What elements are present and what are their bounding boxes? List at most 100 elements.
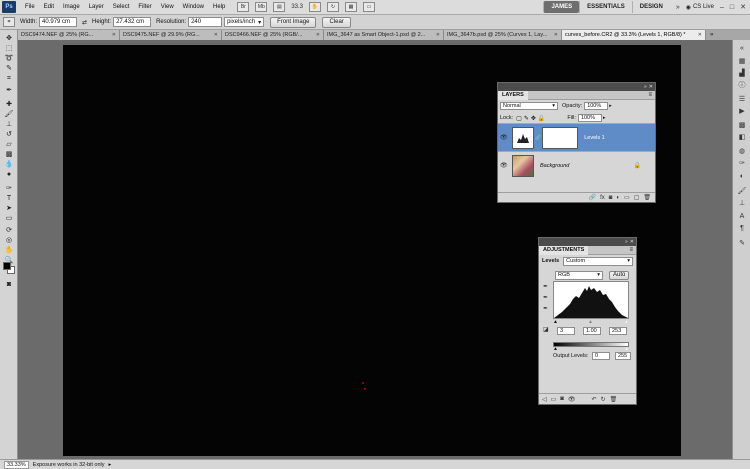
menu-edit[interactable]: Edit	[44, 4, 54, 10]
eyedropper-icon[interactable]: ✒	[3, 86, 15, 94]
close-icon[interactable]: ✕	[649, 84, 653, 90]
lock-position-icon[interactable]: ✥	[531, 115, 536, 122]
layer-mask-thumbnail[interactable]	[542, 126, 579, 149]
paragraph-icon[interactable]: ¶	[736, 224, 748, 233]
new-layer-icon[interactable]: ▢	[634, 194, 640, 201]
eraser-icon[interactable]: ▱	[3, 140, 15, 148]
crop-tool-icon[interactable]: ⌗	[3, 75, 15, 83]
lock-all-icon[interactable]: 🔒	[538, 115, 545, 122]
paths-icon[interactable]: ✑	[736, 158, 748, 167]
white-slider-handle[interactable]: ▲	[624, 319, 629, 325]
swatches-icon[interactable]: ▩	[736, 120, 748, 129]
history-brush-icon[interactable]: ↺	[3, 130, 15, 138]
resolution-field[interactable]: 240	[188, 17, 223, 27]
collapse-icon[interactable]: »	[644, 84, 647, 90]
histogram-icon[interactable]: ▟	[736, 68, 748, 77]
chevron-right-icon[interactable]: ▸	[609, 103, 612, 109]
resolution-unit-select[interactable]: pixels/inch ▾	[224, 17, 265, 27]
move-tool-icon[interactable]: ✥	[3, 34, 15, 42]
swap-icon[interactable]: ⇄	[82, 19, 87, 26]
blur-tool-icon[interactable]: 💧	[3, 160, 15, 168]
document-tab-active[interactable]: curves_before.CR2 @ 33.3% (Levels 1, RGB…	[562, 30, 706, 40]
brush-tool-icon[interactable]: 🖌	[3, 110, 15, 118]
adjustments-tab[interactable]: ADJUSTMENTS	[539, 245, 589, 255]
reset-icon[interactable]: ↻	[601, 396, 606, 403]
height-field[interactable]: 27.432 cm	[113, 17, 152, 27]
panel-menu-icon[interactable]: ≡	[629, 247, 633, 253]
gray-slider-handle[interactable]: ▲	[588, 319, 593, 325]
rotate-view-icon[interactable]: ↻	[327, 2, 340, 12]
quick-mask-icon[interactable]: ◙	[3, 280, 15, 288]
trash-icon[interactable]: 🗑	[643, 194, 651, 201]
close-icon[interactable]: ✕	[436, 32, 440, 38]
black-slider-handle[interactable]: ▲	[553, 319, 558, 325]
workspace-essentials[interactable]: ESSENTIALS	[579, 1, 632, 13]
expanded-view-icon[interactable]: ▭	[551, 396, 557, 403]
document-tab[interactable]: DSC9466.NEF @ 25% (RGB/... ✕	[222, 30, 324, 40]
document-tab[interactable]: DSC9475.NEF @ 29.9% (RG... ✕	[120, 30, 222, 40]
clone-source-icon[interactable]: ⊥	[736, 198, 748, 207]
link-layers-icon[interactable]: 🔗	[589, 194, 596, 201]
clip-preview-icon[interactable]: ◪	[543, 326, 549, 333]
masks-icon[interactable]: ◐	[736, 172, 748, 181]
brushes-icon[interactable]: 🖌	[736, 186, 748, 195]
lasso-tool-icon[interactable]: ➰	[3, 54, 15, 62]
path-select-icon[interactable]: ➤	[3, 204, 15, 212]
document-tab[interactable]: IMG_3647b.psd @ 25% (Curves 1, Lay... ✕	[444, 30, 562, 40]
previous-state-icon[interactable]: ↶	[592, 396, 597, 403]
zoom-level[interactable]: 33.3	[291, 4, 303, 10]
type-tool-icon[interactable]: T	[3, 194, 15, 202]
3d-rotate-icon[interactable]: ⟳	[3, 226, 15, 234]
eye-icon[interactable]: 👁	[500, 134, 508, 141]
input-white-field[interactable]: 253	[609, 327, 627, 335]
menu-window[interactable]: Window	[183, 4, 204, 10]
bridge-icon[interactable]: Br	[237, 2, 250, 12]
styles-icon[interactable]: ◧	[736, 132, 748, 141]
layer-row-levels[interactable]: 👁 🔗 Levels 1	[498, 123, 655, 151]
workspace-james[interactable]: JAMES	[543, 1, 580, 13]
history-icon[interactable]: ☰	[736, 94, 748, 103]
channel-select[interactable]: RGB ▾	[555, 270, 603, 280]
crop-tool-icon[interactable]: ⌗	[3, 17, 15, 27]
gradient-tool-icon[interactable]: ▩	[3, 150, 15, 158]
mini-bridge-icon[interactable]: Mb	[255, 2, 268, 12]
return-to-list-icon[interactable]: ◁	[542, 396, 547, 403]
shape-tool-icon[interactable]: ▭	[3, 214, 15, 222]
minimize-icon[interactable]: –	[720, 4, 724, 11]
document-tab[interactable]: DSC9474.NEF @ 25% (RG... ✕	[18, 30, 120, 40]
screen-mode-icon[interactable]: ▭	[363, 2, 376, 12]
hand-tool-icon[interactable]: ✋	[3, 246, 15, 254]
chevron-right-icon[interactable]: ▸	[603, 115, 606, 121]
hand-tool-icon[interactable]: ✋	[309, 2, 322, 12]
lock-transparency-icon[interactable]: ▢	[516, 115, 522, 122]
panel-menu-icon[interactable]: ≡	[648, 92, 652, 98]
fill-field[interactable]: 100%	[577, 114, 602, 122]
new-group-icon[interactable]: ▭	[624, 194, 630, 201]
gray-point-eyedropper-icon[interactable]: ✒	[543, 294, 548, 301]
fx-icon[interactable]: fx	[600, 195, 605, 201]
collapse-icon[interactable]: »	[625, 239, 628, 245]
pen-tool-icon[interactable]: ✑	[3, 184, 15, 192]
actions-icon[interactable]: ▶	[736, 106, 748, 115]
navigator-icon[interactable]: ▦	[736, 56, 748, 65]
workspace-design[interactable]: DESIGN	[631, 1, 670, 13]
input-slider[interactable]: ▲ ▲ ▲	[553, 319, 629, 325]
layers-tab[interactable]: LAYERS	[498, 90, 528, 100]
chevron-right-icon[interactable]: ▸	[109, 462, 112, 468]
new-adjustment-icon[interactable]: ◐	[616, 195, 620, 201]
output-white-field[interactable]: 255	[615, 352, 631, 360]
clone-stamp-icon[interactable]: ⊥	[3, 120, 15, 128]
marquee-tool-icon[interactable]: ⬚	[3, 44, 15, 52]
clear-button[interactable]: Clear	[322, 16, 351, 28]
menu-filter[interactable]: Filter	[138, 4, 151, 10]
lock-pixels-icon[interactable]: ✎	[524, 115, 529, 122]
healing-brush-icon[interactable]: ✚	[3, 100, 15, 108]
width-field[interactable]: 40.979 cm	[39, 17, 78, 27]
view-extras-icon[interactable]: ▤	[273, 2, 286, 12]
eye-icon[interactable]: 👁	[500, 162, 508, 169]
menu-select[interactable]: Select	[113, 4, 130, 10]
output-slider[interactable]: ▲ ▲	[553, 346, 629, 352]
close-icon[interactable]: ✕	[740, 3, 746, 11]
zoom-field[interactable]: 33.33%	[4, 460, 29, 469]
tab-overflow[interactable]: »	[710, 32, 713, 38]
